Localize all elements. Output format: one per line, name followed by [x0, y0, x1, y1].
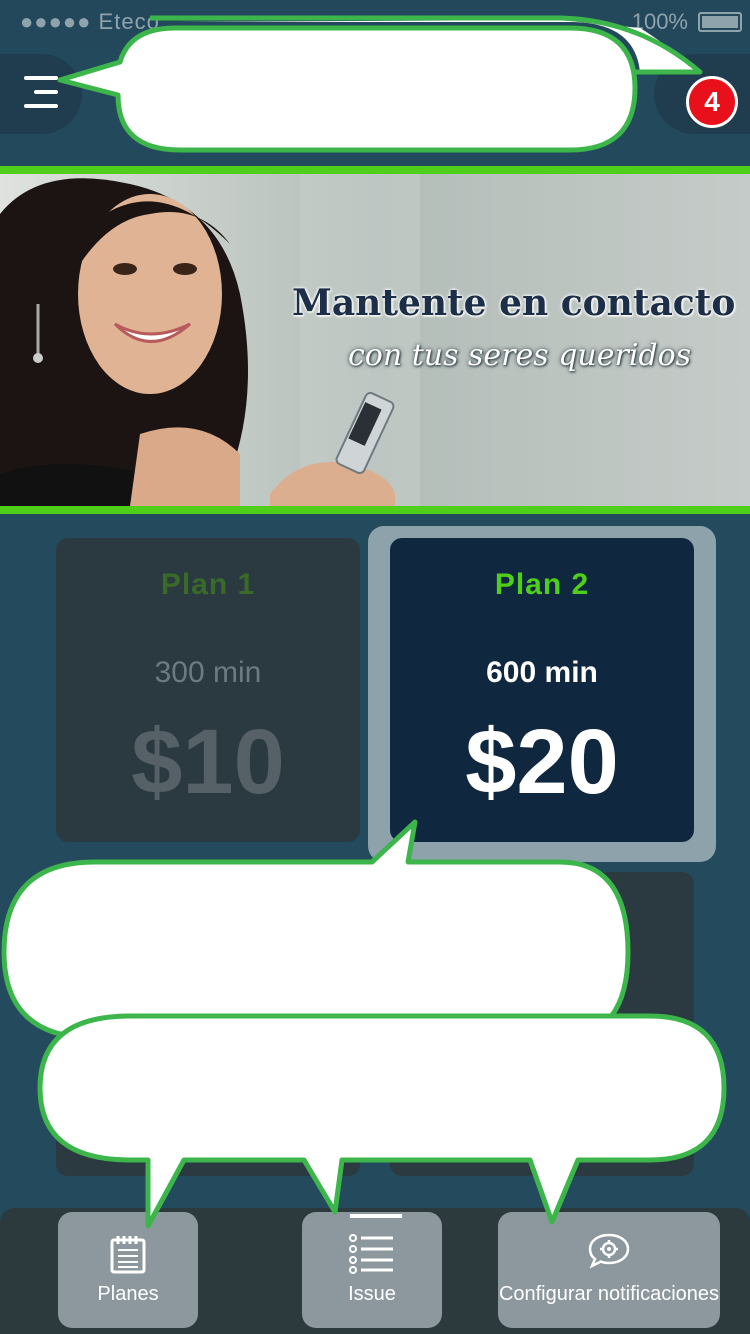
plan-price: $20 — [465, 711, 619, 813]
tab-label: Configurar notificaciones — [498, 1283, 720, 1305]
banner-title: Mantente en contacto — [292, 282, 736, 324]
tab-configurar-notificaciones[interactable]: Configurar notificaciones — [498, 1212, 720, 1328]
plan-name: Plan 2 — [494, 568, 590, 601]
plan-minutes: 300 min — [154, 656, 262, 689]
plan-price: $10 — [131, 711, 285, 813]
plan-name: Plan 1 — [160, 568, 256, 601]
status-bar: ●●●●● Eteco 100% — [0, 0, 750, 46]
banner-subtitle: con tus seres queridos — [348, 338, 692, 373]
plan-card[interactable] — [56, 872, 360, 1176]
tab-label: Planes — [97, 1283, 159, 1305]
hamburger-icon — [24, 76, 60, 110]
notifications-button[interactable]: 4 — [654, 54, 750, 134]
tab-label: Issue — [348, 1283, 396, 1305]
menu-button[interactable] — [0, 54, 82, 134]
plan-card-1[interactable]: Plan 1 300 min $10 — [56, 538, 360, 842]
app-header: 4 — [0, 46, 750, 166]
active-tab-indicator — [350, 1214, 402, 1218]
carrier-label: ●●●●● Eteco — [20, 9, 160, 34]
divider — [0, 166, 750, 174]
plan-minutes: 600 min — [486, 656, 598, 689]
calendar-list-icon — [110, 1236, 146, 1274]
list-icon — [349, 1234, 393, 1274]
notification-count-badge: 4 — [686, 76, 738, 128]
chat-gear-icon — [588, 1233, 630, 1269]
promo-banner[interactable]: Mantente en contacto con tus seres queri… — [0, 174, 750, 506]
plan-card-2[interactable]: Plan 2 600 min $20 — [390, 538, 694, 842]
plan-card[interactable] — [390, 872, 694, 1176]
tab-planes[interactable]: Planes — [58, 1212, 198, 1328]
battery-percent: 100% — [631, 9, 688, 34]
battery-icon — [698, 12, 742, 32]
divider — [0, 506, 750, 514]
tab-issue[interactable]: Issue — [302, 1212, 442, 1328]
